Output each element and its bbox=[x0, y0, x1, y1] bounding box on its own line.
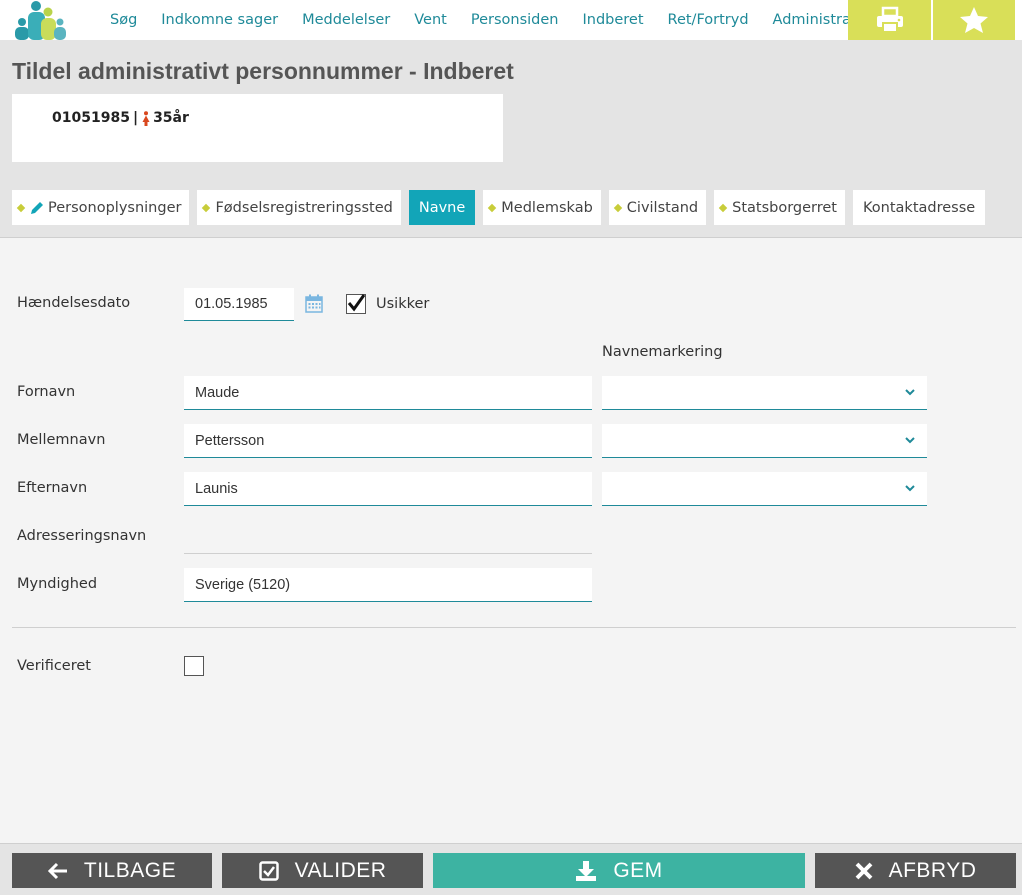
tab-label: Personoplysninger bbox=[48, 199, 182, 216]
address-name-field bbox=[184, 520, 592, 554]
last-name-label: Efternavn bbox=[17, 480, 88, 496]
uncertain-checkbox[interactable] bbox=[346, 294, 366, 314]
nav-item-indberet[interactable]: Indberet bbox=[582, 12, 643, 28]
status-diamond-icon bbox=[718, 203, 728, 212]
chevron-down-icon bbox=[905, 437, 915, 444]
nav-item-personsiden[interactable]: Personsiden bbox=[471, 12, 559, 28]
back-label: TILBAGE bbox=[83, 858, 177, 882]
authority-label: Myndighed bbox=[17, 576, 98, 592]
person-summary: 01051985 | 35år bbox=[52, 110, 189, 126]
uncertain-label: Usikker bbox=[376, 296, 430, 312]
first-name-input[interactable]: Maude bbox=[184, 376, 592, 410]
name-marking-header: Navnemarkering bbox=[602, 344, 723, 360]
nav-item-ret-fortryd[interactable]: Ret/Fortryd bbox=[668, 12, 749, 28]
tab-label: Navne bbox=[418, 199, 466, 216]
female-icon bbox=[142, 110, 150, 126]
print-button[interactable] bbox=[848, 0, 931, 40]
calendar-icon[interactable] bbox=[305, 294, 323, 313]
status-diamond-icon bbox=[488, 203, 497, 212]
tab-label: Fødselsregistreringssted bbox=[215, 199, 393, 216]
favorite-button[interactable] bbox=[933, 0, 1015, 40]
top-bar: Søg Indkomne sager Meddelelser Vent Pers… bbox=[0, 0, 1022, 40]
main-nav: Søg Indkomne sager Meddelelser Vent Pers… bbox=[98, 0, 891, 40]
tab-personoplysninger[interactable]: Personoplysninger bbox=[12, 190, 190, 225]
tab-fodselsregistreringssted[interactable]: Fødselsregistreringssted bbox=[197, 190, 401, 225]
validate-button[interactable]: VALIDER bbox=[222, 853, 423, 888]
person-card: 01051985 | 35år bbox=[12, 94, 503, 162]
tab-civilstand[interactable]: Civilstand bbox=[608, 190, 707, 225]
separator: | bbox=[132, 110, 139, 126]
tab-label: Kontaktadresse bbox=[863, 199, 976, 216]
form-divider bbox=[12, 627, 1016, 628]
event-date-label: Hændelsesdato bbox=[17, 295, 131, 311]
cancel-button[interactable]: AFBRYD bbox=[815, 853, 1016, 888]
back-button[interactable]: TILBAGE bbox=[12, 853, 212, 888]
chevron-down-icon bbox=[905, 485, 915, 492]
verified-label: Verificeret bbox=[17, 658, 91, 674]
last-name-marking-select[interactable] bbox=[602, 472, 927, 506]
close-icon bbox=[855, 862, 873, 880]
authority-input[interactable]: Sverige (5120) bbox=[184, 568, 592, 602]
save-button[interactable]: GEM bbox=[433, 853, 805, 888]
status-diamond-icon bbox=[202, 203, 211, 212]
nav-item-indkomne-sager[interactable]: Indkomne sager bbox=[161, 12, 278, 28]
status-diamond-icon bbox=[16, 203, 26, 212]
last-name-input[interactable]: Launis bbox=[184, 472, 592, 506]
nav-item-sog[interactable]: Søg bbox=[110, 12, 137, 28]
tab-navne[interactable]: Navne bbox=[408, 190, 476, 225]
status-diamond-icon bbox=[613, 203, 623, 212]
printer-icon bbox=[876, 6, 903, 33]
tab-medlemskab[interactable]: Medlemskab bbox=[483, 190, 601, 225]
tab-label: Statsborgerret bbox=[732, 199, 837, 216]
verified-checkbox[interactable] bbox=[184, 656, 204, 676]
tab-statsborgerret[interactable]: Statsborgerret bbox=[714, 190, 845, 225]
nav-item-vent[interactable]: Vent bbox=[414, 12, 447, 28]
app-logo[interactable] bbox=[12, 0, 68, 40]
tab-kontaktadresse[interactable]: Kontaktadresse bbox=[853, 190, 986, 225]
tab-bar: Personoplysninger Fødselsregistreringsst… bbox=[12, 190, 993, 225]
download-icon bbox=[575, 860, 597, 882]
checkmark-icon bbox=[347, 294, 366, 312]
nav-item-meddelelser[interactable]: Meddelelser bbox=[302, 12, 390, 28]
cpr-number: 01051985 bbox=[52, 110, 130, 126]
middle-name-label: Mellemnavn bbox=[17, 432, 106, 448]
arrow-left-icon bbox=[47, 862, 68, 880]
tab-label: Civilstand bbox=[626, 199, 699, 216]
checkbox-checked-icon bbox=[258, 860, 279, 881]
event-date-input[interactable]: 01.05.1985 bbox=[184, 288, 294, 321]
tab-label: Medlemskab bbox=[501, 199, 593, 216]
cancel-label: AFBRYD bbox=[888, 858, 977, 882]
save-label: GEM bbox=[613, 858, 663, 882]
page-title: Tildel administrativt personnummer - Ind… bbox=[12, 58, 514, 84]
address-name-label: Adresseringsnavn bbox=[17, 528, 147, 544]
chevron-down-icon bbox=[905, 389, 915, 396]
first-name-marking-select[interactable] bbox=[602, 376, 927, 410]
middle-name-marking-select[interactable] bbox=[602, 424, 927, 458]
pencil-icon bbox=[31, 201, 43, 214]
validate-label: VALIDER bbox=[294, 858, 387, 882]
star-icon bbox=[960, 7, 988, 33]
middle-name-input[interactable]: Pettersson bbox=[184, 424, 592, 458]
person-age: 35år bbox=[153, 110, 189, 126]
first-name-label: Fornavn bbox=[17, 384, 76, 400]
